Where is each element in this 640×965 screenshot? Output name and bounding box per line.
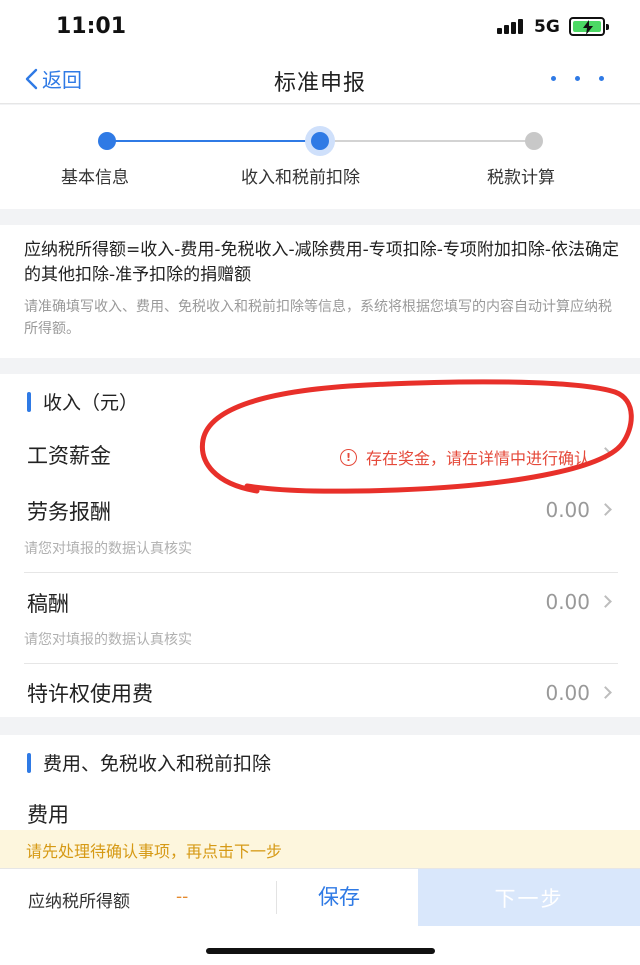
battery-icon [569,17,609,36]
step-connector-done [108,140,320,142]
divider [276,881,277,914]
save-button[interactable]: 保存 [318,881,360,911]
alert-circle-icon: ! [339,448,357,466]
step-label-basic-info: 基本信息 [61,168,129,188]
income-title-label: 收入（元） [43,392,139,414]
formula-note: 请准确填写收入、费用、免税收入和税前扣除等信息，系统将根据您填写的内容自动计算应… [24,299,612,337]
home-area [0,926,640,965]
pending-notice: 请先处理待确认事项，再点击下一步 [0,830,640,868]
status-bar: 11:01 5G [0,0,640,56]
warning-message: ! 存在奖金，请在详情中进行确认 [339,445,590,469]
step-progress: 基本信息 收入和税前扣除 税款计算 [0,105,640,209]
expense-title-label: 费用、免税收入和税前扣除 [43,753,272,775]
step-connector-pending [320,140,534,142]
bottom-action-bar: 应纳税所得额 -- 保存 下一步 [0,868,640,926]
section-marker [27,391,31,412]
page-title: 标准申报 [273,71,366,96]
taxable-income-value: -- [176,887,189,907]
chevron-right-icon [599,595,612,608]
income-section-title: 收入（元） [27,388,138,415]
signal-icon [497,18,525,34]
taxable-income-label: 应纳税所得额 [28,892,130,912]
warning-text: 存在奖金，请在详情中进行确认 [365,449,590,468]
expense-section: 费用、免税收入和税前扣除 费用 [0,735,640,830]
step-dot-current [305,126,335,156]
step-label-tax-calc: 税款计算 [487,168,555,188]
nav-bar: 返回 标准申报 [0,56,640,104]
row-label: 特许权使用费 [27,682,153,706]
home-indicator[interactable] [206,948,435,954]
row-hint: 请您对填报的数据认真核实 [24,632,192,648]
row-value: 0.00 [545,498,590,522]
step-label-income: 收入和税前扣除 [241,168,360,188]
chevron-right-icon [599,686,612,699]
network-type: 5G [534,17,560,37]
expense-section-title: 费用、免税收入和税前扣除 [27,749,271,776]
status-time: 11:01 [56,14,127,39]
step-dot-pending [525,132,543,150]
row-hint: 请您对填报的数据认真核实 [24,541,192,557]
expense-row-fee[interactable]: 费用 [27,799,69,829]
row-label: 工资薪金 [27,444,111,468]
formula-text: 应纳税所得额=收入-费用-免税收入-减除费用-专项扣除-专项附加扣除-依法确定的… [24,240,620,285]
row-label: 劳务报酬 [27,500,111,524]
divider [24,663,618,664]
row-value: 0.00 [545,590,590,614]
more-icon[interactable] [551,76,604,81]
row-label: 稿酬 [27,592,69,616]
chevron-right-icon [599,447,612,460]
next-step-button[interactable]: 下一步 [418,869,640,926]
step-dot-done [98,132,116,150]
divider [24,572,618,573]
section-marker [27,752,31,773]
income-section: 收入（元） 工资薪金 ! 存在奖金，请在详情中进行确认 劳务报酬 0.00 请您… [0,374,640,717]
formula-card: 应纳税所得额=收入-费用-免税收入-减除费用-专项扣除-专项附加扣除-依法确定的… [0,225,640,358]
chevron-right-icon [599,503,612,516]
row-value: 0.00 [545,681,590,705]
